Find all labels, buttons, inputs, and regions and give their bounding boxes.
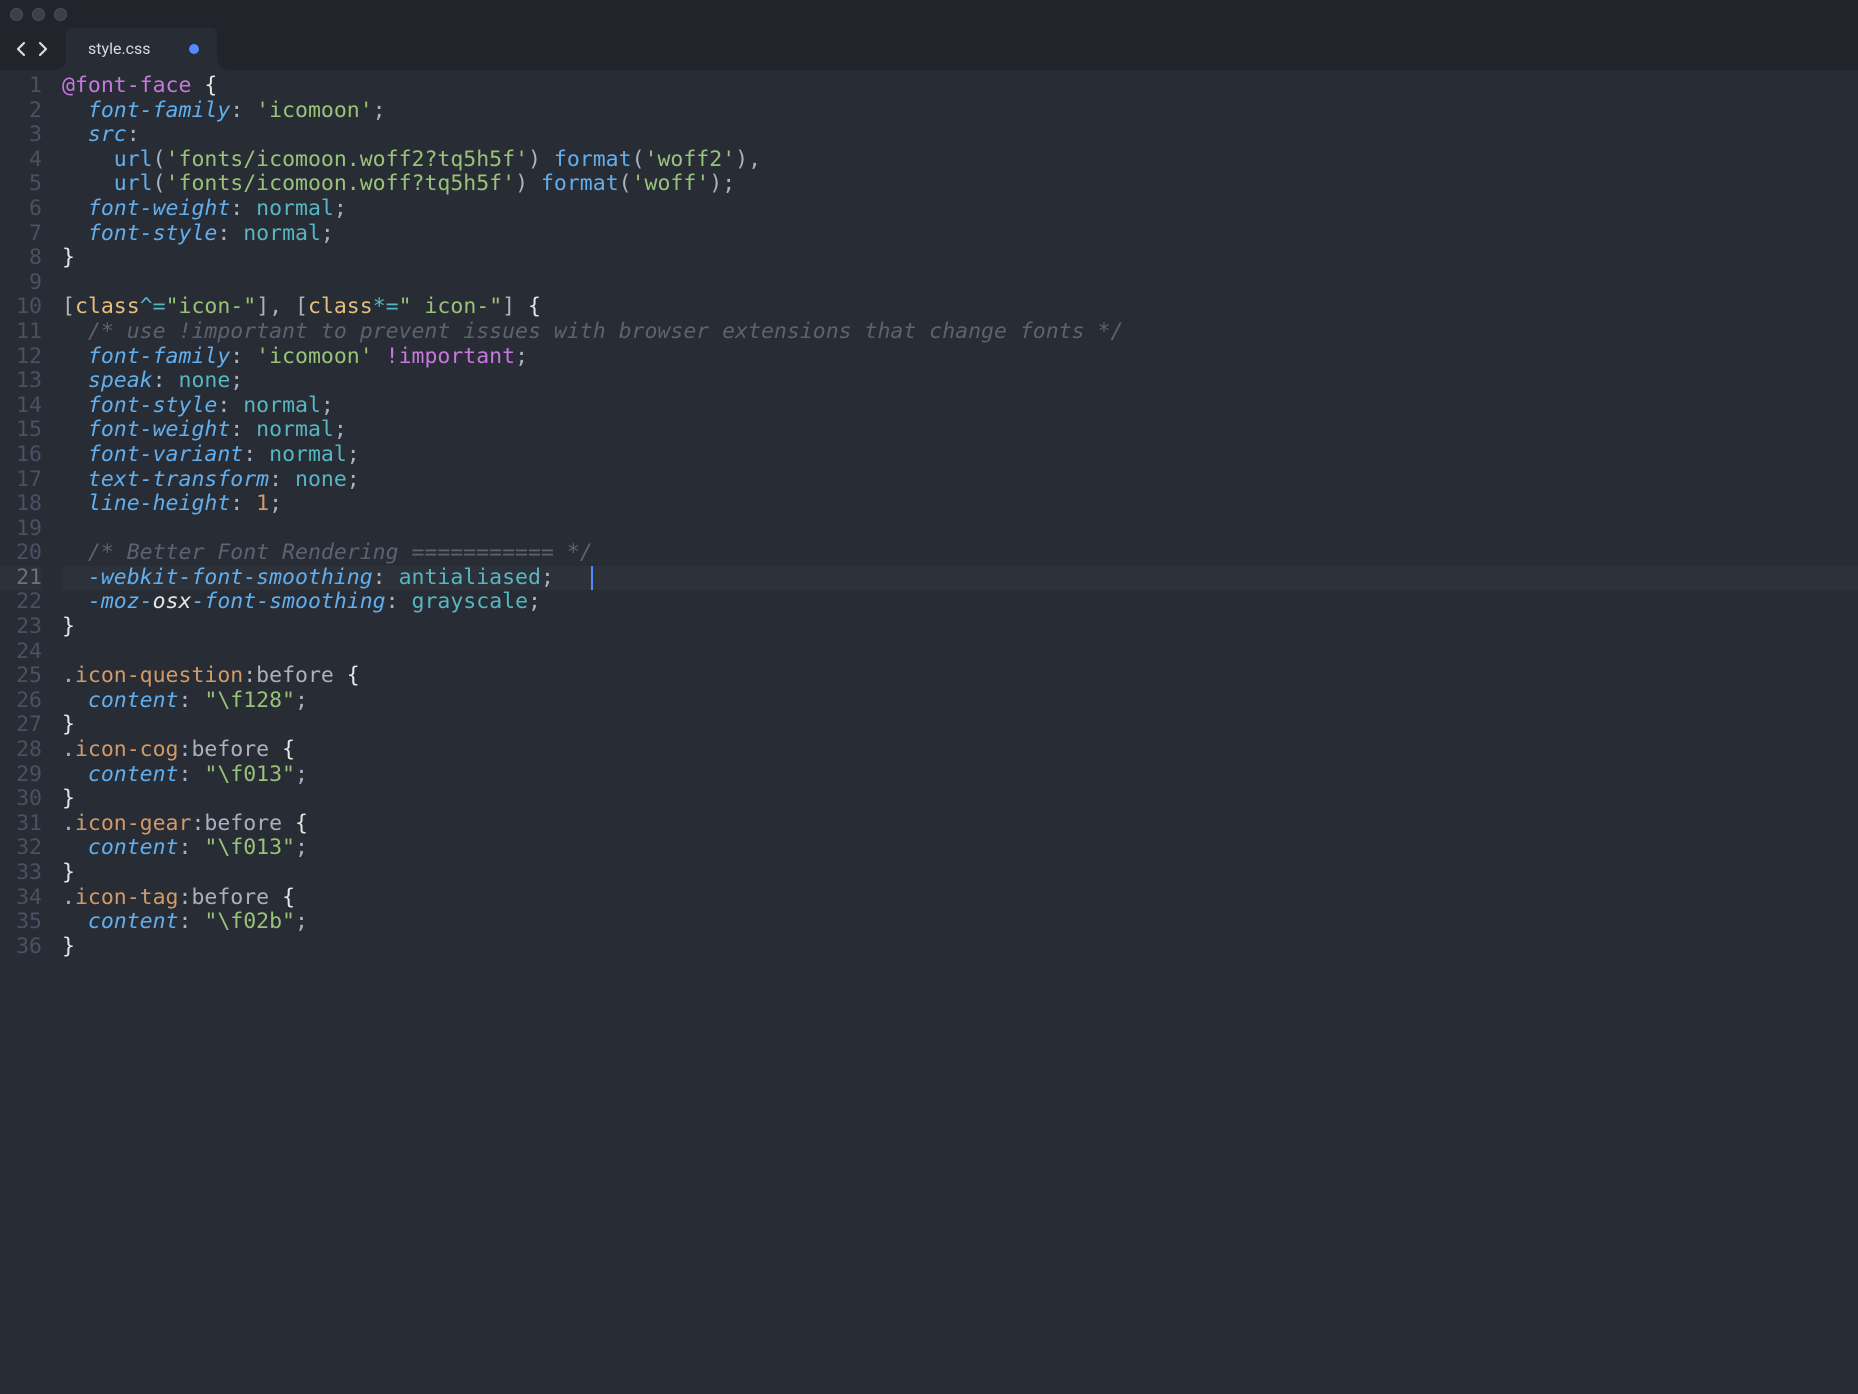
line-number: 31: [0, 812, 42, 837]
line-number: 7: [0, 222, 42, 247]
code-line[interactable]: url('fonts/icomoon.woff?tq5h5f') format(…: [62, 172, 1858, 197]
line-number: 33: [0, 861, 42, 886]
code-line[interactable]: font-weight: normal;: [62, 418, 1858, 443]
line-number: 35: [0, 910, 42, 935]
line-number: 15: [0, 418, 42, 443]
code-line[interactable]: font-style: normal;: [62, 222, 1858, 247]
code-line[interactable]: content: "\f013";: [62, 763, 1858, 788]
window-titlebar: [0, 0, 1858, 28]
code-line[interactable]: }: [62, 935, 1858, 960]
window-zoom-icon[interactable]: [54, 8, 67, 21]
code-line[interactable]: }: [62, 246, 1858, 271]
line-number: 18: [0, 492, 42, 517]
line-number: 2: [0, 99, 42, 124]
nav-forward-icon[interactable]: [34, 41, 50, 57]
code-line[interactable]: .icon-question:before {: [62, 664, 1858, 689]
code-line[interactable]: /* use !important to prevent issues with…: [62, 320, 1858, 345]
code-line[interactable]: content: "\f128";: [62, 689, 1858, 714]
line-number: 26: [0, 689, 42, 714]
code-line[interactable]: /* Better Font Rendering =========== */: [62, 541, 1858, 566]
line-number-gutter: 1234567891011121314151617181920212223242…: [0, 70, 56, 1394]
line-number: 34: [0, 886, 42, 911]
line-number: 22: [0, 590, 42, 615]
text-cursor: [591, 566, 593, 591]
line-number: 6: [0, 197, 42, 222]
line-number: 29: [0, 763, 42, 788]
line-number: 11: [0, 320, 42, 345]
code-line[interactable]: [62, 517, 1858, 542]
code-line[interactable]: -moz-osx-font-smoothing: grayscale;: [62, 590, 1858, 615]
line-number: 9: [0, 271, 42, 296]
code-line[interactable]: }: [62, 615, 1858, 640]
line-number: 27: [0, 713, 42, 738]
code-line[interactable]: font-style: normal;: [62, 394, 1858, 419]
line-number: 12: [0, 345, 42, 370]
toolbar: style.css: [0, 28, 1858, 70]
code-line[interactable]: .icon-tag:before {: [62, 886, 1858, 911]
tab-style-css[interactable]: style.css: [66, 28, 217, 70]
code-line[interactable]: -webkit-font-smoothing: antialiased;: [62, 566, 1858, 591]
line-number: 32: [0, 836, 42, 861]
line-number: 28: [0, 738, 42, 763]
line-number: 13: [0, 369, 42, 394]
line-number: 24: [0, 640, 42, 665]
code-line[interactable]: }: [62, 713, 1858, 738]
code-line[interactable]: .icon-gear:before {: [62, 812, 1858, 837]
code-line[interactable]: [62, 271, 1858, 296]
code-line[interactable]: @font-face {: [62, 74, 1858, 99]
line-number: 30: [0, 787, 42, 812]
code-line[interactable]: [62, 640, 1858, 665]
line-number: 1: [0, 74, 42, 99]
code-line[interactable]: }: [62, 861, 1858, 886]
code-line[interactable]: content: "\f013";: [62, 836, 1858, 861]
code-line[interactable]: text-transform: none;: [62, 468, 1858, 493]
line-number: 8: [0, 246, 42, 271]
line-number: 5: [0, 172, 42, 197]
code-line[interactable]: .icon-cog:before {: [62, 738, 1858, 763]
nav-back-icon[interactable]: [14, 41, 30, 57]
line-number: 16: [0, 443, 42, 468]
line-number: 36: [0, 935, 42, 960]
line-number: 4: [0, 148, 42, 173]
line-number: 25: [0, 664, 42, 689]
code-line[interactable]: content: "\f02b";: [62, 910, 1858, 935]
code-line[interactable]: src:: [62, 123, 1858, 148]
tab-filename: style.css: [88, 37, 151, 62]
code-line[interactable]: font-family: 'icomoon' !important;: [62, 345, 1858, 370]
code-line[interactable]: font-family: 'icomoon';: [62, 99, 1858, 124]
code-line[interactable]: line-height: 1;: [62, 492, 1858, 517]
code-line[interactable]: font-weight: normal;: [62, 197, 1858, 222]
editor[interactable]: 1234567891011121314151617181920212223242…: [0, 70, 1858, 1394]
code-line[interactable]: [class^="icon-"], [class*=" icon-"] {: [62, 295, 1858, 320]
code-line[interactable]: }: [62, 787, 1858, 812]
line-number: 23: [0, 615, 42, 640]
window-minimize-icon[interactable]: [32, 8, 45, 21]
line-number: 10: [0, 295, 42, 320]
line-number: 17: [0, 468, 42, 493]
line-number: 20: [0, 541, 42, 566]
window-close-icon[interactable]: [10, 8, 23, 21]
code-line[interactable]: url('fonts/icomoon.woff2?tq5h5f') format…: [62, 148, 1858, 173]
line-number: 21: [0, 566, 42, 591]
tab-modified-indicator-icon: [189, 44, 199, 54]
code-area[interactable]: @font-face { font-family: 'icomoon'; src…: [56, 70, 1858, 1394]
line-number: 3: [0, 123, 42, 148]
line-number: 14: [0, 394, 42, 419]
code-line[interactable]: speak: none;: [62, 369, 1858, 394]
code-line[interactable]: font-variant: normal;: [62, 443, 1858, 468]
line-number: 19: [0, 517, 42, 542]
